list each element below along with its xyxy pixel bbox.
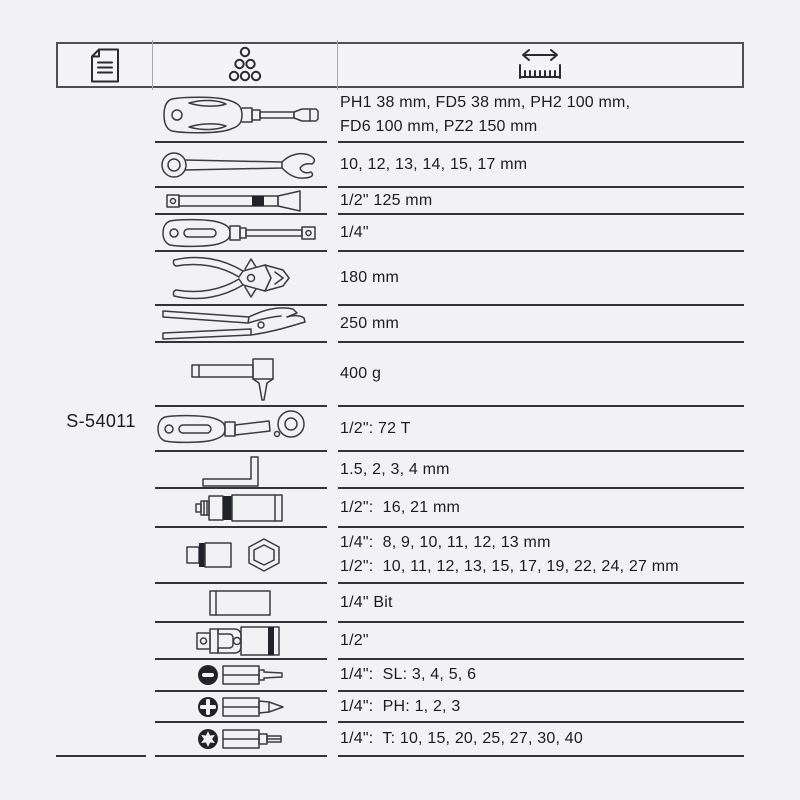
hex-key-icon xyxy=(155,452,327,489)
spec-text: 1/4" xyxy=(340,221,744,245)
spec-cell: 1/2": 72 T xyxy=(338,407,744,452)
dimensions-icon xyxy=(516,47,564,83)
extension-bar-icon xyxy=(155,188,327,215)
combination-wrench-icon xyxy=(155,143,327,188)
bit-adapter-icon xyxy=(155,584,327,623)
column-divider xyxy=(337,40,338,90)
table-row: 1/4": 8, 9, 10, 11, 12, 13 mm 1/2": 10, … xyxy=(155,528,744,584)
spec-text: 1/4": SL: 3, 4, 5, 6 xyxy=(340,663,744,687)
water-pump-pliers-icon xyxy=(155,306,327,343)
sockets-icon xyxy=(155,528,327,584)
spec-text: 1/2" xyxy=(340,629,744,653)
spec-cell: 1/2" 125 mm xyxy=(338,188,744,215)
header-cell-item-number xyxy=(58,44,152,86)
spec-cell: 1.5, 2, 3, 4 mm xyxy=(338,452,744,489)
slotted-bits-icon xyxy=(155,660,327,692)
table-row: 250 mm xyxy=(155,306,744,343)
column-divider xyxy=(152,40,153,90)
table-row: 10, 12, 13, 14, 15, 17 mm xyxy=(155,143,744,188)
table-row: 1/2": 72 T xyxy=(155,407,744,452)
spec-text: 10, 12, 13, 14, 15, 17 mm xyxy=(340,153,744,177)
spec-text: FD6 100 mm, PZ2 150 mm xyxy=(340,115,744,139)
spec-text: 180 mm xyxy=(340,266,744,290)
pieces-icon xyxy=(225,46,265,84)
spec-cell: 1/4": T: 10, 15, 20, 25, 27, 30, 40 xyxy=(338,723,744,757)
spec-text: PH1 38 mm, FD5 38 mm, PH2 100 mm, xyxy=(340,91,744,115)
universal-joint-icon xyxy=(155,623,327,660)
table-row: 1/2": 16, 21 mm xyxy=(155,489,744,528)
table-row: 1/4" xyxy=(155,215,744,252)
spec-text: 1/4": PH: 1, 2, 3 xyxy=(340,695,744,719)
spec-text: 1/2" 125 mm xyxy=(340,189,744,213)
spec-text: 1/4": 8, 9, 10, 11, 12, 13 mm xyxy=(340,531,744,555)
table-row: 1/4": T: 10, 15, 20, 25, 27, 30, 40 xyxy=(155,723,744,757)
spec-cell: 400 g xyxy=(338,343,744,407)
spec-cell: PH1 38 mm, FD5 38 mm, PH2 100 mm, FD6 10… xyxy=(338,88,744,143)
table-body: S-54011 xyxy=(56,88,744,757)
spec-text: 1/4": T: 10, 15, 20, 25, 27, 30, 40 xyxy=(340,727,744,751)
table-row: 1/4": PH: 1, 2, 3 xyxy=(155,692,744,723)
spec-cell: 1/2" xyxy=(338,623,744,660)
header-cell-dimensions xyxy=(337,44,742,86)
table-row: 1/2" 125 mm xyxy=(155,188,744,215)
document-icon xyxy=(90,48,120,83)
product-spec-table: S-54011 xyxy=(56,42,744,757)
hammer-icon xyxy=(155,343,327,407)
table-row: 1/2" xyxy=(155,623,744,660)
spec-rows: PH1 38 mm, FD5 38 mm, PH2 100 mm, FD6 10… xyxy=(155,88,744,757)
spec-cell: 1/4": PH: 1, 2, 3 xyxy=(338,692,744,723)
table-row: PH1 38 mm, FD5 38 mm, PH2 100 mm, FD6 10… xyxy=(155,88,744,143)
ratchet-handle-icon xyxy=(155,407,327,452)
screwdriver-icon xyxy=(155,88,327,143)
product-code: S-54011 xyxy=(56,88,146,757)
header-cell-pieces xyxy=(152,44,337,86)
spec-text: 1/2": 16, 21 mm xyxy=(340,496,744,520)
spec-cell: 250 mm xyxy=(338,306,744,343)
spec-text: 1/4" Bit xyxy=(340,591,744,615)
table-row: 180 mm xyxy=(155,252,744,306)
spec-text: 1/2": 10, 11, 12, 13, 15, 17, 19, 22, 24… xyxy=(340,555,744,579)
spec-text: 400 g xyxy=(340,362,744,386)
table-row: 400 g xyxy=(155,343,744,407)
table-header xyxy=(56,42,744,88)
phillips-bits-icon xyxy=(155,692,327,723)
spec-text: 1/2": 72 T xyxy=(340,417,744,441)
spec-cell: 1/4": SL: 3, 4, 5, 6 xyxy=(338,660,744,692)
spec-text: 1.5, 2, 3, 4 mm xyxy=(340,458,744,482)
torx-bits-icon xyxy=(155,723,327,757)
spec-cell: 1/4": 8, 9, 10, 11, 12, 13 mm 1/2": 10, … xyxy=(338,528,744,584)
spec-cell: 1/4" xyxy=(338,215,744,252)
combination-pliers-icon xyxy=(155,252,327,306)
table-row: 1/4" Bit xyxy=(155,584,744,623)
table-row: 1/4": SL: 3, 4, 5, 6 xyxy=(155,660,744,692)
table-row: 1.5, 2, 3, 4 mm xyxy=(155,452,744,489)
spark-plug-socket-icon xyxy=(155,489,327,528)
spec-cell: 180 mm xyxy=(338,252,744,306)
spec-cell: 1/4" Bit xyxy=(338,584,744,623)
spec-text: 250 mm xyxy=(340,312,744,336)
spec-cell: 10, 12, 13, 14, 15, 17 mm xyxy=(338,143,744,188)
spec-cell: 1/2": 16, 21 mm xyxy=(338,489,744,528)
spinner-handle-icon xyxy=(155,215,327,252)
